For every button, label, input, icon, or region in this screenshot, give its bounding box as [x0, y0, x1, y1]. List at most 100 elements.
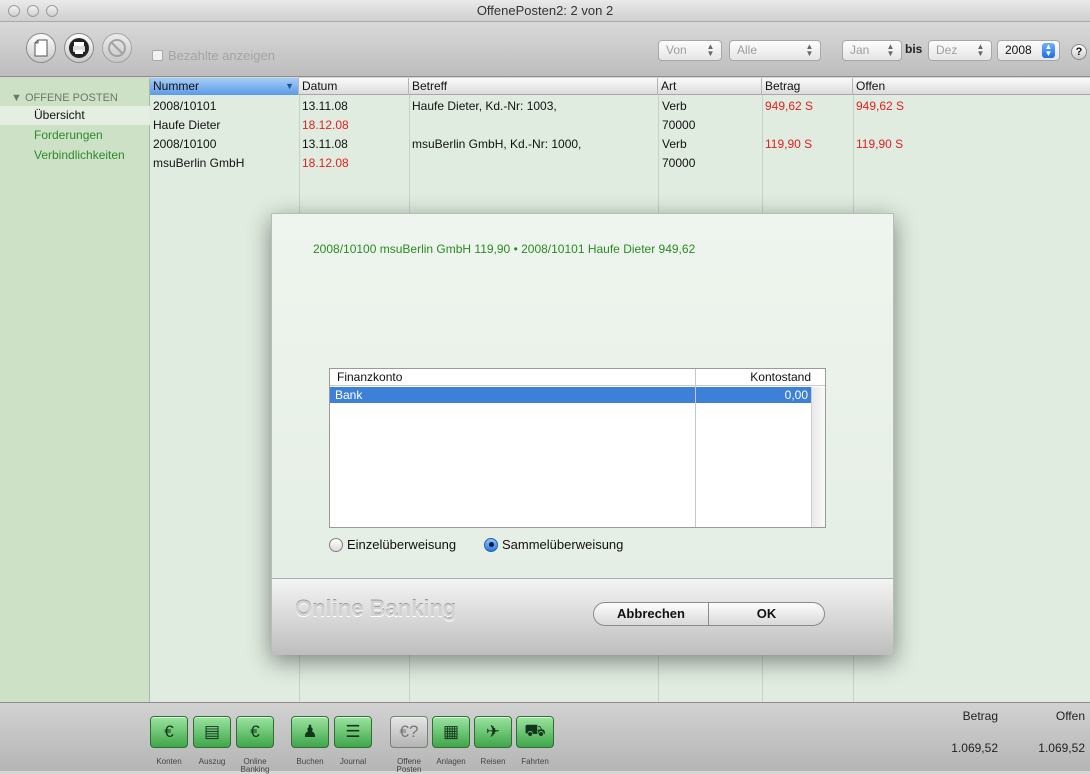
account-balance: 0,00	[784, 388, 808, 402]
help-button[interactable]: ?	[1071, 44, 1087, 60]
cell-betrag: 119,90 S	[765, 137, 813, 151]
cell-nummer: 2008/10101	[153, 99, 217, 113]
table-header: Nummer ▼ Datum Betreff Art Betrag Offen	[150, 78, 1090, 95]
column-header-betreff[interactable]: Betreff	[409, 78, 658, 95]
euro-coin-icon: €	[250, 722, 260, 741]
show-paid-label: Bezahlte anzeigen	[168, 48, 275, 63]
column-header-datum[interactable]: Datum	[299, 78, 409, 95]
sidebar-item-uebersicht[interactable]: Übersicht	[0, 106, 150, 125]
online-banking-dialog: 2008/10100 msuBerlin GmbH 119,90 • 2008/…	[271, 213, 894, 655]
online-banking-button[interactable]: €	[236, 716, 274, 748]
cell-art: 70000	[662, 118, 696, 132]
total-offen-label: Offen	[1055, 709, 1085, 723]
alle-select[interactable]: Alle ▲ ▼	[729, 40, 821, 61]
toolbar: Bezahlte anzeigen Von ▲ ▼ Alle ▲ ▼ Jan ▲ ▼ …	[0, 22, 1090, 77]
month-from-select[interactable]: Jan ▲ ▼	[842, 40, 902, 61]
fahrten-button[interactable]: ⛟	[516, 716, 554, 748]
help-icon: ?	[1075, 46, 1083, 58]
column-header-kontostand[interactable]: Kontostand	[750, 369, 811, 386]
sidebar-item-verbindlichkeiten[interactable]: Verbindlichkeiten	[0, 146, 150, 165]
column-header-nummer[interactable]: Nummer ▼	[150, 78, 299, 95]
column-header-betrag[interactable]: Betrag	[762, 78, 853, 95]
online-banking-logo: Online Banking	[295, 596, 457, 621]
sidebar: ▼ OFFENE POSTEN Übersicht Forderungen Ve…	[0, 78, 150, 702]
sidebar-item-forderungen[interactable]: Forderungen	[0, 126, 150, 145]
von-select[interactable]: Von ▲ ▼	[658, 40, 722, 61]
assets-icon: ▦	[442, 722, 460, 741]
ok-button[interactable]: OK	[709, 602, 825, 626]
print-button[interactable]	[64, 33, 94, 63]
month-to-value: Dez	[936, 43, 958, 57]
total-betrag-value: 1.069,52	[951, 741, 998, 755]
column-header-offen[interactable]: Offen	[853, 78, 1090, 95]
cancel-dialog-button[interactable]: Abbrechen	[593, 602, 709, 626]
year-select[interactable]: 2008 ▲ ▼	[997, 40, 1060, 61]
footer-label: Online Banking	[240, 757, 270, 774]
footer-label: Offene Posten	[396, 757, 422, 774]
footer-label: Reisen	[480, 757, 506, 766]
footer-label: Auszug	[198, 757, 226, 766]
total-offen-value: 1.069,52	[1038, 741, 1085, 755]
cell-betreff: Haufe Dieter, Kd.-Nr: 1003,	[412, 99, 557, 113]
title-bar: OffenePosten2: 2 von 2	[0, 0, 1090, 22]
cancel-button[interactable]	[102, 33, 132, 63]
cell-datum: 13.11.08	[302, 99, 348, 113]
new-document-button[interactable]	[26, 33, 56, 63]
radio-label: Sammelüberweisung	[502, 537, 624, 552]
stepper-icon: ▲ ▼	[976, 42, 985, 58]
month-to-select[interactable]: Dez ▲ ▼	[928, 40, 992, 61]
column-header-art[interactable]: Art	[658, 78, 762, 95]
footer-label: Journal	[339, 757, 367, 766]
radio-einzelueberweisung[interactable]: Einzelüberweisung	[329, 537, 456, 552]
account-table-scrollbar[interactable]	[811, 387, 825, 527]
journal-icon: ☰	[345, 722, 361, 741]
euro-notes-icon: €	[164, 722, 174, 741]
sidebar-section-header[interactable]: ▼ OFFENE POSTEN	[11, 92, 118, 104]
anlagen-button[interactable]: ▦	[432, 716, 470, 748]
minimize-window-button[interactable]	[27, 5, 39, 17]
radio-indicator	[329, 537, 343, 552]
footer-label: Konten	[156, 757, 182, 766]
stepper-icon: ▲ ▼	[886, 42, 895, 58]
cell-datum: 18.12.08	[302, 156, 349, 170]
column-divider	[695, 369, 696, 527]
car-icon: ⛟	[524, 721, 546, 740]
cell-art: Verb	[662, 137, 687, 151]
account-row-selected[interactable]: Bank 0,00	[330, 387, 811, 403]
year-value: 2008	[1005, 43, 1032, 57]
checkbox-box	[152, 50, 163, 61]
journal-button[interactable]: ☰	[334, 716, 372, 748]
buchen-button[interactable]: ♟	[291, 716, 329, 748]
cell-nummer: 2008/10100	[153, 137, 217, 151]
von-value: Von	[666, 43, 687, 57]
reisen-button[interactable]: ✈	[474, 716, 512, 748]
open-items-icon: €?	[399, 722, 419, 741]
statement-icon: ▤	[203, 722, 221, 741]
auszug-button[interactable]: ▤	[193, 716, 231, 748]
cancel-icon	[108, 39, 126, 57]
cell-betreff: msuBerlin GmbH, Kd.-Nr: 1000,	[412, 137, 582, 151]
alle-value: Alle	[737, 43, 758, 57]
footer-label: Anlagen	[436, 757, 466, 766]
column-header-finanzkonto[interactable]: Finanzkonto	[337, 369, 402, 386]
radio-sammelueberweisung[interactable]: Sammelüberweisung	[484, 537, 623, 552]
konten-button[interactable]: €	[150, 716, 188, 748]
stamp-icon: ♟	[302, 722, 318, 741]
show-paid-checkbox[interactable]: Bezahlte anzeigen	[152, 48, 275, 63]
total-betrag-label: Betrag	[962, 709, 998, 723]
footer-label: Fahrten	[521, 757, 549, 766]
bis-label: bis	[905, 42, 923, 56]
close-window-button[interactable]	[8, 5, 20, 17]
printer-icon	[69, 38, 89, 58]
document-icon	[34, 39, 48, 57]
zoom-window-button[interactable]	[46, 5, 58, 17]
sidebar-section-label: OFFENE POSTEN	[24, 92, 118, 104]
cell-datum: 13.11.08	[302, 137, 348, 151]
radio-indicator	[484, 537, 498, 552]
account-table-header: Finanzkonto Kontostand	[330, 369, 825, 386]
month-from-value: Jan	[850, 43, 870, 57]
offene-posten-button[interactable]: €?	[390, 716, 428, 748]
plane-icon: ✈	[485, 722, 501, 741]
window-title: OffenePosten2: 2 von 2	[476, 3, 614, 18]
cell-offen: 949,62 S	[856, 99, 905, 113]
